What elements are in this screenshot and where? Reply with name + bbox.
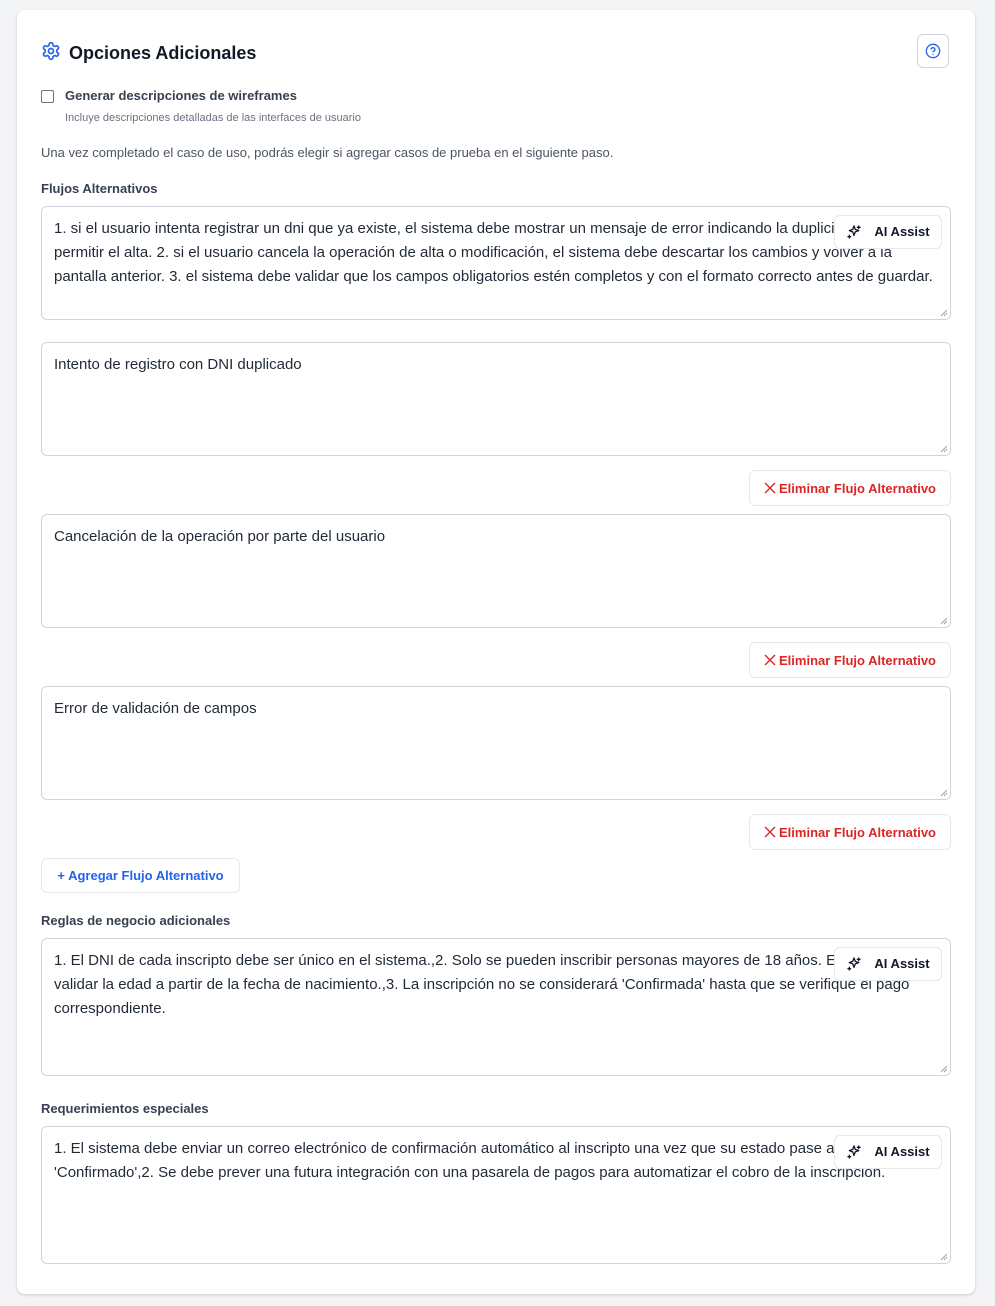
close-icon bbox=[764, 826, 776, 838]
add-alt-flow-button[interactable]: + Agregar Flujo Alternativo bbox=[41, 858, 240, 893]
info-text: Una vez completado el caso de uso, podrá… bbox=[41, 145, 614, 160]
special-reqs-label: Requerimientos especiales bbox=[41, 1101, 209, 1116]
delete-alt-flow-label: Eliminar Flujo Alternativo bbox=[779, 480, 936, 496]
alt-flow-item-text: Intento de registro con DNI duplicado bbox=[54, 356, 302, 373]
section-title: Opciones Adicionales bbox=[69, 43, 257, 63]
close-icon bbox=[764, 482, 776, 494]
alt-flows-text: 1. si el usuario intenta registrar un dn… bbox=[54, 220, 933, 285]
alt-flow-item-text: Cancelación de la operación por parte de… bbox=[54, 528, 386, 545]
alt-flows-label: Flujos Alternativos bbox=[41, 181, 158, 196]
resize-handle-icon[interactable] bbox=[939, 616, 948, 625]
business-rules-label: Reglas de negocio adicionales bbox=[41, 913, 231, 928]
resize-handle-icon[interactable] bbox=[939, 444, 948, 453]
delete-alt-flow-label: Eliminar Flujo Alternativo bbox=[779, 652, 936, 668]
special-reqs-textarea[interactable]: 1. El sistema debe enviar un correo elec… bbox=[41, 1126, 951, 1264]
alt-flow-item-textarea[interactable]: Cancelación de la operación por parte de… bbox=[41, 514, 951, 628]
section-header: Opciones Adicionales bbox=[41, 41, 256, 66]
alt-flow-item-textarea[interactable]: Intento de registro con DNI duplicado bbox=[41, 342, 951, 456]
ai-assist-label: AI Assist bbox=[874, 224, 930, 239]
gear-icon bbox=[41, 41, 61, 66]
special-reqs-text: 1. El sistema debe enviar un correo elec… bbox=[54, 1140, 886, 1181]
resize-handle-icon[interactable] bbox=[939, 1064, 948, 1073]
wireframes-checkbox-label[interactable]: Generar descripciones de wireframes bbox=[65, 88, 297, 103]
help-button[interactable] bbox=[917, 34, 949, 68]
close-icon bbox=[764, 654, 776, 666]
sparkles-icon bbox=[847, 957, 862, 971]
help-circle-icon bbox=[925, 43, 941, 59]
business-rules-textarea[interactable]: 1. El DNI de cada inscripto debe ser úni… bbox=[41, 938, 951, 1076]
wireframes-help-text: Incluye descripciones detalladas de las … bbox=[65, 112, 361, 124]
resize-handle-icon[interactable] bbox=[939, 1252, 948, 1261]
ai-assist-button[interactable]: AI Assist bbox=[834, 215, 942, 249]
business-rules-text: 1. El DNI de cada inscripto debe ser úni… bbox=[54, 952, 933, 1017]
alt-flow-item-textarea[interactable]: Error de validación de campos bbox=[41, 686, 951, 800]
sparkles-icon bbox=[847, 225, 862, 239]
delete-alt-flow-button[interactable]: Eliminar Flujo Alternativo bbox=[749, 814, 951, 850]
delete-alt-flow-label: Eliminar Flujo Alternativo bbox=[779, 824, 936, 840]
sparkles-icon bbox=[847, 1145, 862, 1159]
resize-handle-icon[interactable] bbox=[939, 788, 948, 797]
resize-handle-icon[interactable] bbox=[939, 308, 948, 317]
wireframes-checkbox[interactable] bbox=[41, 90, 54, 103]
ai-assist-button[interactable]: AI Assist bbox=[834, 947, 942, 981]
alt-flow-item-text: Error de validación de campos bbox=[54, 700, 257, 717]
delete-alt-flow-button[interactable]: Eliminar Flujo Alternativo bbox=[749, 642, 951, 678]
ai-assist-label: AI Assist bbox=[874, 956, 930, 971]
ai-assist-button[interactable]: AI Assist bbox=[834, 1135, 942, 1169]
alt-flows-textarea[interactable]: 1. si el usuario intenta registrar un dn… bbox=[41, 206, 951, 320]
ai-assist-label: AI Assist bbox=[874, 1144, 930, 1159]
delete-alt-flow-button[interactable]: Eliminar Flujo Alternativo bbox=[749, 470, 951, 506]
additional-options-card: Opciones Adicionales Generar descripcion… bbox=[17, 10, 975, 1294]
